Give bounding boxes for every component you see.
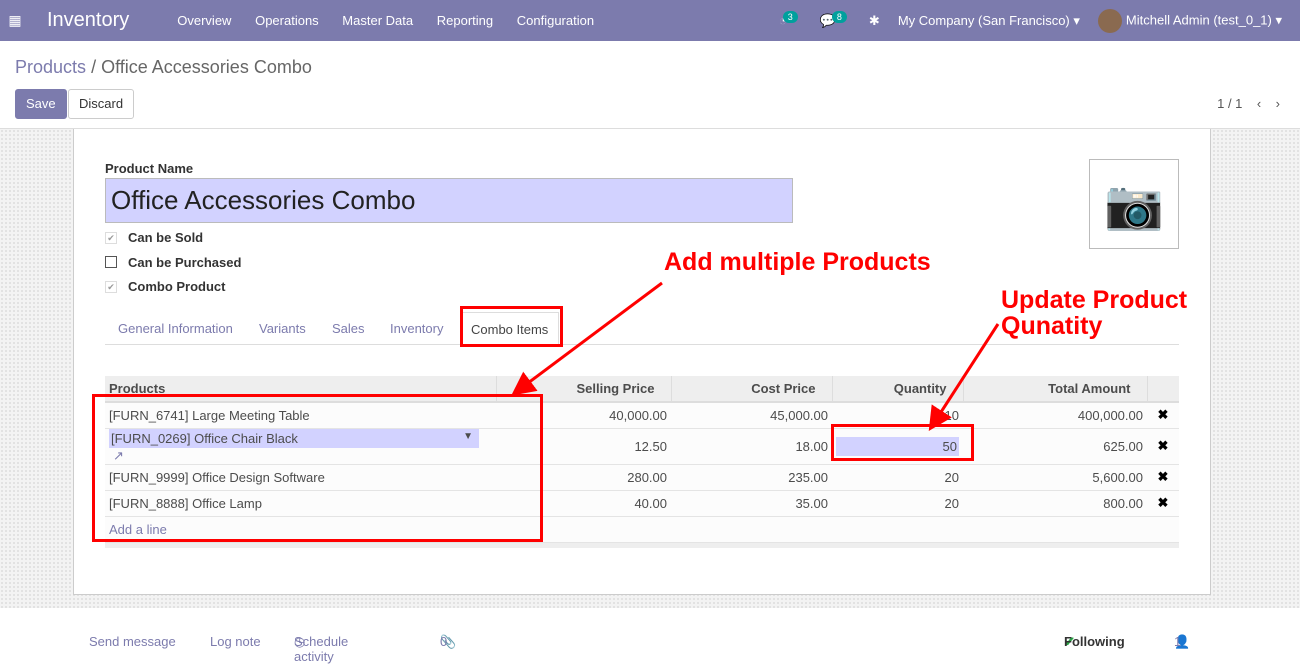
annotation-update-quantity: Update Product Qunatity [1001,286,1188,340]
bug-icon[interactable]: ✱ [869,13,880,29]
camera-plus-icon: 📷 [1104,178,1164,232]
user-menu[interactable]: Mitchell Admin (test_0_1) ▾ [1097,8,1282,33]
combo-product-label: Combo Product [128,279,226,294]
menu-overview[interactable]: Overview [177,13,231,28]
activity-badge: 3 [782,11,798,23]
send-message-button[interactable]: Send message [89,634,176,649]
tab-sales[interactable]: Sales [332,321,365,336]
highlight-quantity [831,424,974,461]
col-delete [1146,376,1179,403]
pager: 1 / 1 ‹ › [1217,96,1280,111]
delete-row-icon[interactable]: ✖ [1147,428,1179,465]
message-badge: 8 [831,10,847,23]
company-switcher[interactable]: My Company (San Francisco) ▾ [898,13,1080,29]
schedule-activity-label: Schedule activity [294,634,349,664]
can-be-purchased-label: Can be Purchased [128,255,242,270]
cost-price-cell[interactable]: 18.00 [671,428,832,465]
combo-product-checkbox[interactable]: ✔ [105,281,117,293]
highlight-combo-tab [460,306,563,347]
total-cell: 400,000.00 [963,402,1147,429]
control-panel: Products / Office Accessories Combo Save… [0,41,1300,129]
menu-configuration[interactable]: Configuration [517,13,594,28]
next-icon[interactable]: › [1276,96,1280,111]
following-label: Following [1064,634,1125,649]
col-quantity[interactable]: Quantity [831,376,963,403]
table-footer-cell [105,542,1179,548]
follower-count: 1 [1174,634,1182,649]
product-image-upload[interactable]: 📷 [1089,159,1179,249]
messages-button[interactable]: 💬8 [820,10,851,29]
breadcrumb-separator: / [91,57,97,77]
total-cell: 800.00 [963,490,1147,517]
tab-inventory[interactable]: Inventory [390,321,443,336]
prev-icon[interactable]: ‹ [1257,96,1261,111]
can-be-purchased-checkbox[interactable] [105,256,117,268]
col-cost-price[interactable]: Cost Price [670,376,832,403]
can-be-sold-label: Can be Sold [128,230,204,245]
menu-operations[interactable]: Operations [255,13,319,28]
cost-price-cell[interactable]: 235.00 [671,464,832,491]
discard-button[interactable]: Discard [68,89,135,119]
cost-price-cell[interactable]: 45,000.00 [671,402,832,429]
app-title[interactable]: Inventory [47,9,129,32]
tab-general-information[interactable]: General Information [118,321,233,336]
log-note-button[interactable]: Log note [210,634,261,649]
user-name: Mitchell Admin (test_0_1) [1125,11,1272,27]
breadcrumb: Products / Office Accessories Combo [15,57,312,78]
breadcrumb-current: Office Accessories Combo [101,57,312,77]
product-name-label: Product Name [105,161,194,176]
annotation-add-products: Add multiple Products [664,248,931,276]
col-total-amount[interactable]: Total Amount [962,376,1147,403]
quantity-cell[interactable]: 20 [832,490,963,517]
menu-reporting[interactable]: Reporting [437,13,493,28]
save-button[interactable]: Save [15,89,67,119]
delete-row-icon[interactable]: ✖ [1147,490,1179,517]
menu-master-data[interactable]: Master Data [342,13,413,28]
quantity-cell[interactable]: 20 [832,464,963,491]
activity-button[interactable]: ◔3 [779,11,802,28]
total-cell: 5,600.00 [963,464,1147,491]
highlight-products [92,394,543,542]
pager-value[interactable]: 1 / 1 [1217,96,1242,111]
table-footer [105,542,1179,548]
apps-menu-icon[interactable]: ▦ [0,12,30,29]
delete-row-icon[interactable]: ✖ [1147,464,1179,491]
tab-variants[interactable]: Variants [259,321,306,336]
breadcrumb-products[interactable]: Products [15,57,86,77]
avatar [1097,8,1122,33]
can-be-sold-checkbox[interactable]: ✔ [105,232,117,244]
navbar: ▦ Inventory Overview Operations Master D… [0,0,1300,41]
delete-row-icon[interactable]: ✖ [1147,402,1179,429]
attachment-count: 0 [440,634,448,649]
product-name-input[interactable]: Office Accessories Combo [105,178,793,223]
cost-price-cell[interactable]: 35.00 [671,490,832,517]
total-cell: 625.00 [963,428,1147,465]
company-name: My Company (San Francisco) [897,12,1070,28]
